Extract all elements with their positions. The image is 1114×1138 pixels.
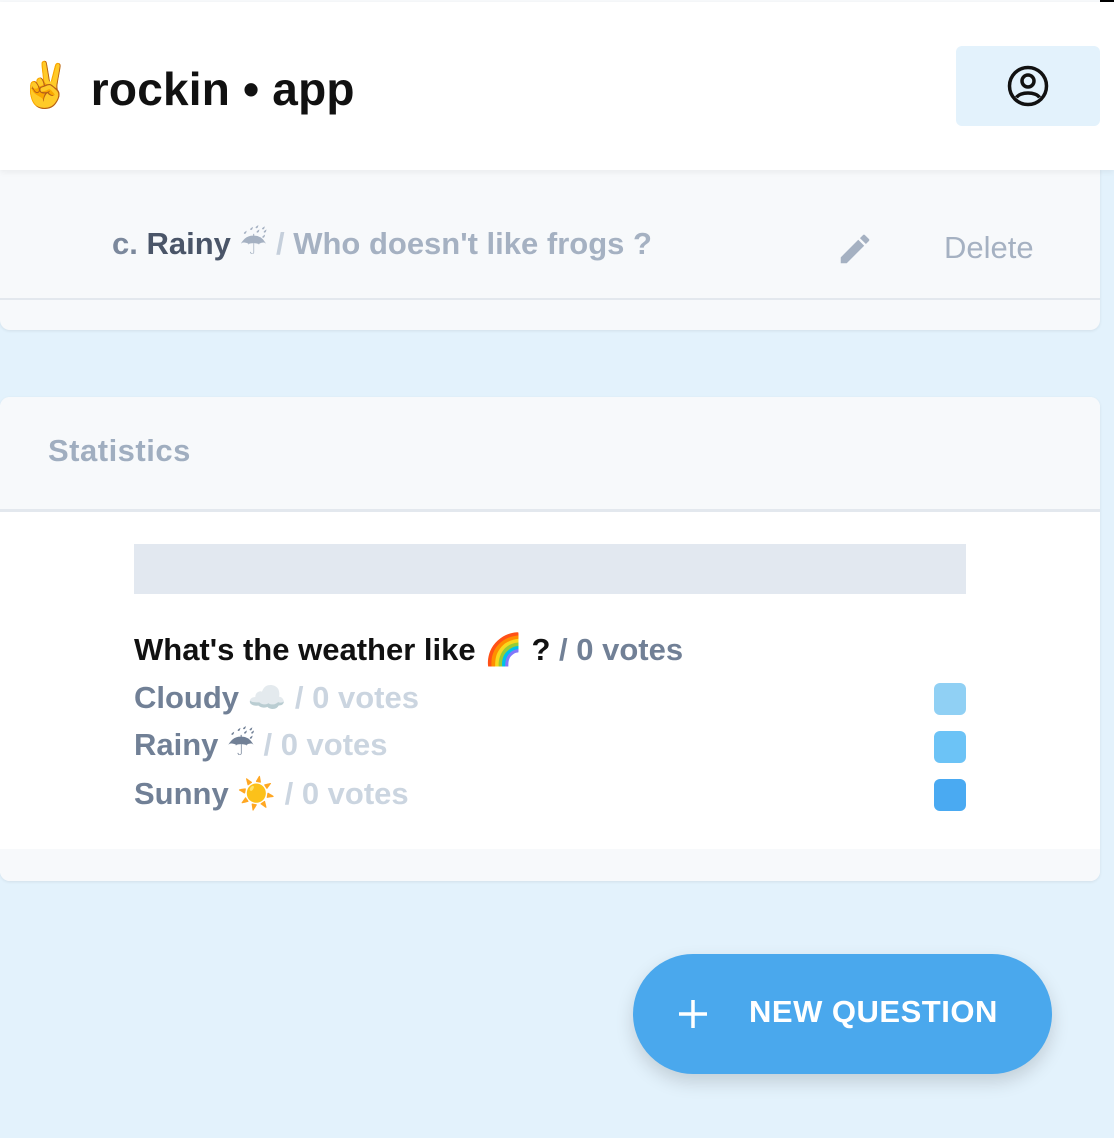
legend-swatch bbox=[934, 683, 966, 715]
answer-row: c. Rainy ☔ / Who doesn't like frogs ? De… bbox=[0, 196, 1100, 300]
cloud-icon: ☁️ bbox=[247, 680, 287, 715]
pencil-icon[interactable] bbox=[836, 230, 874, 268]
app-header: ✌️ rockin • app bbox=[0, 2, 1114, 170]
account-button[interactable] bbox=[956, 46, 1100, 126]
statistics-title: Statistics bbox=[48, 433, 191, 468]
account-circle-icon bbox=[1007, 65, 1049, 107]
option-votes: / 0 votes bbox=[263, 727, 388, 762]
app-title: rockin • app bbox=[90, 63, 355, 115]
option-votes: / 0 votes bbox=[284, 776, 409, 811]
legend-swatch bbox=[934, 779, 966, 811]
new-question-button[interactable]: NEW QUESTION bbox=[633, 954, 1052, 1074]
option-name: Cloudy bbox=[134, 680, 240, 715]
option-votes: / 0 votes bbox=[294, 680, 419, 715]
legend-swatch bbox=[934, 731, 966, 763]
plus-icon bbox=[679, 1000, 707, 1028]
option-label: Rainy ☔ / 0 votes bbox=[134, 727, 388, 763]
option-row-sunny: Sunny ☀️ / 0 votes bbox=[134, 775, 966, 815]
victory-hand-icon: ✌️ bbox=[18, 61, 73, 110]
answer-name: Rainy bbox=[146, 226, 231, 261]
option-label: Sunny ☀️ / 0 votes bbox=[134, 775, 409, 812]
question-text: What's the weather like bbox=[134, 632, 476, 667]
delete-button[interactable]: Delete bbox=[944, 230, 1034, 266]
brand[interactable]: ✌️ rockin • app bbox=[18, 54, 355, 124]
option-name: Rainy bbox=[134, 727, 219, 762]
question-votes: / 0 votes bbox=[559, 632, 684, 667]
answer-description: Who doesn't like frogs ? bbox=[293, 226, 652, 261]
answer-separator: / bbox=[275, 226, 285, 261]
statistics-card: Statistics What's the weather like 🌈 ? /… bbox=[0, 397, 1100, 881]
option-row-cloudy: Cloudy ☁️ / 0 votes bbox=[134, 679, 966, 719]
umbrella-rain-icon: ☔ bbox=[227, 727, 255, 762]
sun-icon: ☀️ bbox=[237, 776, 276, 811]
option-label: Cloudy ☁️ / 0 votes bbox=[134, 679, 419, 716]
statistics-footer bbox=[0, 849, 1100, 881]
statistics-bar bbox=[134, 544, 966, 594]
option-row-rainy: Rainy ☔ / 0 votes bbox=[134, 727, 966, 767]
question-suffix: ? bbox=[531, 632, 551, 667]
rainbow-icon: 🌈 bbox=[484, 632, 523, 667]
new-question-label: NEW QUESTION bbox=[749, 994, 998, 1029]
answer-text: c. Rainy ☔ / Who doesn't like frogs ? bbox=[112, 226, 652, 262]
option-name: Sunny bbox=[134, 776, 229, 811]
question-title: What's the weather like 🌈 ? / 0 votes bbox=[134, 631, 683, 668]
statistics-header: Statistics bbox=[0, 397, 1100, 512]
answer-letter: c. bbox=[112, 226, 138, 261]
umbrella-rain-icon: ☔ bbox=[239, 226, 268, 261]
